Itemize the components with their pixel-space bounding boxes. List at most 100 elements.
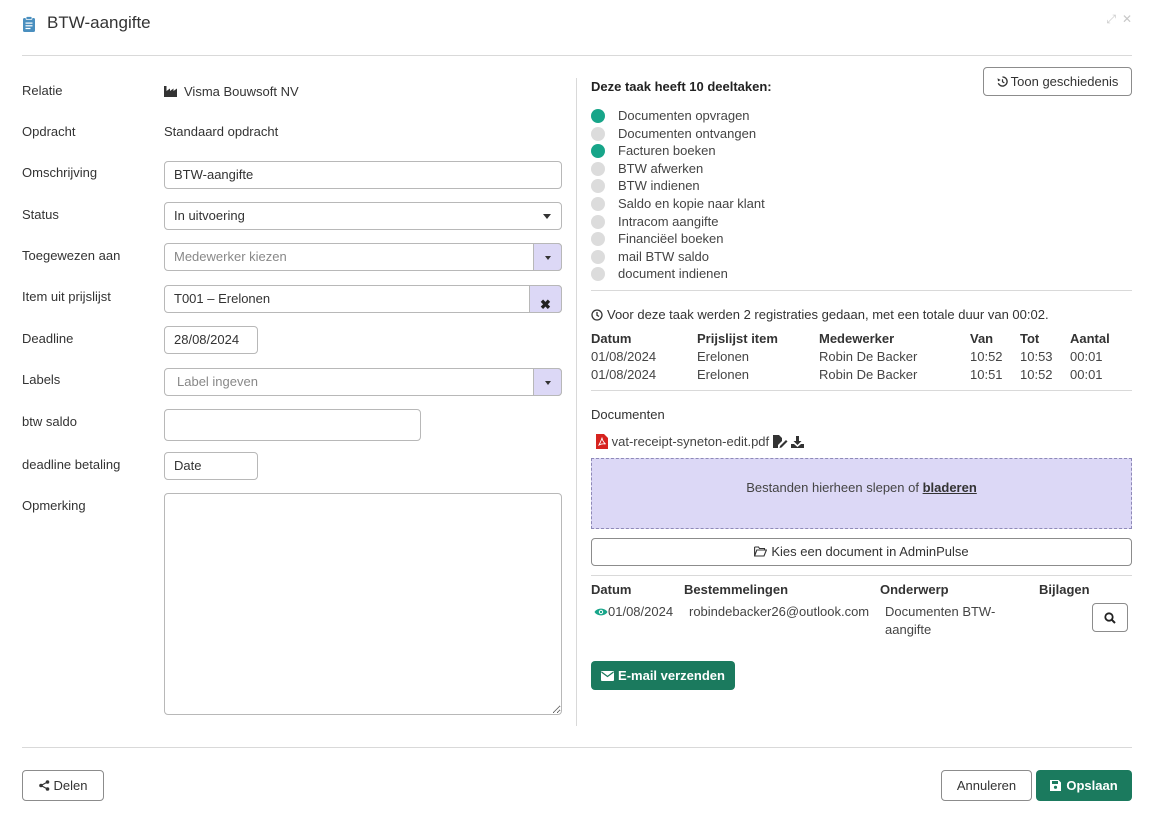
email-col-bestemmelingen: Bestemmelingen xyxy=(684,582,789,597)
close-icon: ✖ xyxy=(540,297,551,312)
send-email-button[interactable]: E-mail verzenden xyxy=(591,661,735,690)
email-col-onderwerp: Onderwerp xyxy=(880,582,949,597)
opdracht-value: Standaard opdracht xyxy=(164,124,279,139)
btw-saldo-input[interactable] xyxy=(164,409,421,441)
omschrijving-input[interactable]: BTW-aangifte xyxy=(164,161,562,189)
email-col-datum: Datum xyxy=(591,582,632,597)
share-button[interactable]: Delen xyxy=(22,770,104,801)
save-label: Opslaan xyxy=(1066,778,1118,793)
labels-placeholder: Label ingeven xyxy=(177,374,258,389)
dialog-header: BTW-aangifte ⤢ ✕ xyxy=(22,12,1132,34)
opmerking-textarea[interactable] xyxy=(164,493,562,715)
documents-divider xyxy=(591,575,1132,576)
reg-cell: 10:53 xyxy=(1020,349,1053,364)
clear-item-button[interactable]: ✖ xyxy=(529,285,562,313)
floppy-disk-icon xyxy=(1050,779,1062,791)
status-todo-dot-icon xyxy=(591,197,605,211)
medewerker-dropdown-button[interactable] xyxy=(533,243,562,271)
reg-cell: 10:52 xyxy=(970,349,1003,364)
expand-icon[interactable]: ⤢ xyxy=(1106,12,1116,26)
status-value: In uitvoering xyxy=(174,208,245,223)
medewerker-select[interactable]: Medewerker kiezen xyxy=(164,243,562,271)
send-email-label: E-mail verzenden xyxy=(618,668,725,683)
registrations-summary-text: Voor deze taak werden 2 registraties ged… xyxy=(607,307,1049,322)
prijslijst-item-value: T001 – Erelonen xyxy=(174,291,271,306)
relatie-name: Visma Bouwsoft NV xyxy=(184,84,299,99)
show-history-label: Toon geschiedenis xyxy=(1010,74,1119,89)
reg-cell: 00:01 xyxy=(1070,349,1103,364)
folder-open-icon xyxy=(754,546,768,557)
reg-col-aantal: Aantal xyxy=(1070,331,1110,346)
choose-adminpulse-document-button[interactable]: Kies een document in AdminPulse xyxy=(591,538,1132,566)
envelope-icon xyxy=(601,670,615,681)
labels-dropdown-button[interactable] xyxy=(533,368,562,396)
subtasks-divider xyxy=(591,290,1132,291)
opdracht-label: Opdracht xyxy=(22,124,76,139)
subtask-label: document indienen xyxy=(618,266,728,282)
status-label: Status xyxy=(22,207,59,222)
status-done-dot-icon xyxy=(591,109,605,123)
reg-cell: 01/08/2024 xyxy=(591,367,657,382)
prijslijst-item-select[interactable]: T001 – Erelonen ✖ xyxy=(164,285,562,313)
reg-cell: 10:51 xyxy=(970,367,1003,382)
reg-cell: 00:01 xyxy=(1070,367,1103,382)
subtask-label: Documenten opvragen xyxy=(618,108,750,123)
clipboard-icon xyxy=(23,16,35,32)
document-item: vat-receipt-syneton-edit.pdf xyxy=(596,434,805,450)
relatie-value[interactable]: Visma Bouwsoft NV xyxy=(164,84,299,99)
clock-icon xyxy=(591,308,603,321)
status-select[interactable]: In uitvoering xyxy=(164,202,562,230)
email-subject-line1: Documenten BTW- xyxy=(885,604,996,619)
dialog-title: BTW-aangifte xyxy=(47,13,151,32)
save-button[interactable]: Opslaan xyxy=(1036,770,1132,801)
toegewezen-label: Toegewezen aan xyxy=(22,248,121,263)
email-date-cell: 01/08/2024 xyxy=(594,604,673,619)
deadline-label: Deadline xyxy=(22,331,74,346)
view-attachments-button[interactable] xyxy=(1092,603,1128,632)
status-todo-dot-icon xyxy=(591,232,605,247)
reg-cell: Erelonen xyxy=(697,367,750,382)
status-todo-dot-icon xyxy=(591,161,605,176)
subtask-label: Facturen boeken xyxy=(618,143,716,159)
registrations-summary: Voor deze taak werden 2 registraties ged… xyxy=(591,307,1049,322)
dropzone-text: Bestanden hierheen slepen of xyxy=(746,480,919,495)
file-dropzone[interactable]: Bestanden hierheen slepen of bladeren xyxy=(591,458,1132,529)
subtask-label: BTW afwerken xyxy=(618,160,704,176)
subtasks-title: Deze taak heeft 10 deeltaken: xyxy=(591,79,772,94)
reg-col-datum: Datum xyxy=(591,331,632,346)
labels-label: Labels xyxy=(22,372,61,387)
show-history-button[interactable]: Toon geschiedenis xyxy=(983,67,1132,96)
subtask-label: BTW indienen xyxy=(618,178,700,194)
edit-file-icon[interactable] xyxy=(772,435,788,449)
subtask-label: mail BTW saldo xyxy=(618,248,710,264)
relatie-label: Relatie xyxy=(22,83,63,98)
labels-input[interactable]: Label ingeven xyxy=(164,368,562,396)
chevron-down-icon xyxy=(545,256,551,260)
reg-col-tot: Tot xyxy=(1020,331,1040,346)
deadline-input[interactable]: 28/08/2024 xyxy=(164,326,258,354)
adminpulse-button-label: Kies een document in AdminPulse xyxy=(771,544,969,559)
reg-cell: Robin De Backer xyxy=(819,349,918,364)
eye-icon[interactable] xyxy=(594,607,608,617)
reg-col-prijslijst-item: Prijslijst item xyxy=(697,331,778,346)
reg-col-medewerker: Medewerker xyxy=(819,331,895,346)
browse-link[interactable]: bladeren xyxy=(923,480,977,495)
factory-icon xyxy=(164,86,177,98)
subtask-label: Intracom aangifte xyxy=(618,213,719,229)
share-icon xyxy=(38,779,49,791)
subtask-label: Saldo en kopie naar klant xyxy=(618,196,765,211)
email-recipient: robindebacker26@outlook.com xyxy=(689,604,870,619)
deadline-betaling-input[interactable]: Date xyxy=(164,452,258,480)
chevron-down-icon xyxy=(543,214,551,219)
footer-divider xyxy=(22,747,1132,748)
documents-title: Documenten xyxy=(591,407,665,422)
download-icon[interactable] xyxy=(791,435,805,448)
subtask-label: Documenten ontvangen xyxy=(618,125,757,141)
reg-col-van: Van xyxy=(970,331,994,346)
cancel-button[interactable]: Annuleren xyxy=(941,770,1032,801)
email-date: 01/08/2024 xyxy=(608,604,674,619)
status-todo-dot-icon xyxy=(591,126,605,141)
document-link[interactable]: vat-receipt-syneton-edit.pdf xyxy=(612,434,770,449)
item-label: Item uit prijslijst xyxy=(22,289,111,304)
close-icon[interactable]: ✕ xyxy=(1122,12,1132,26)
